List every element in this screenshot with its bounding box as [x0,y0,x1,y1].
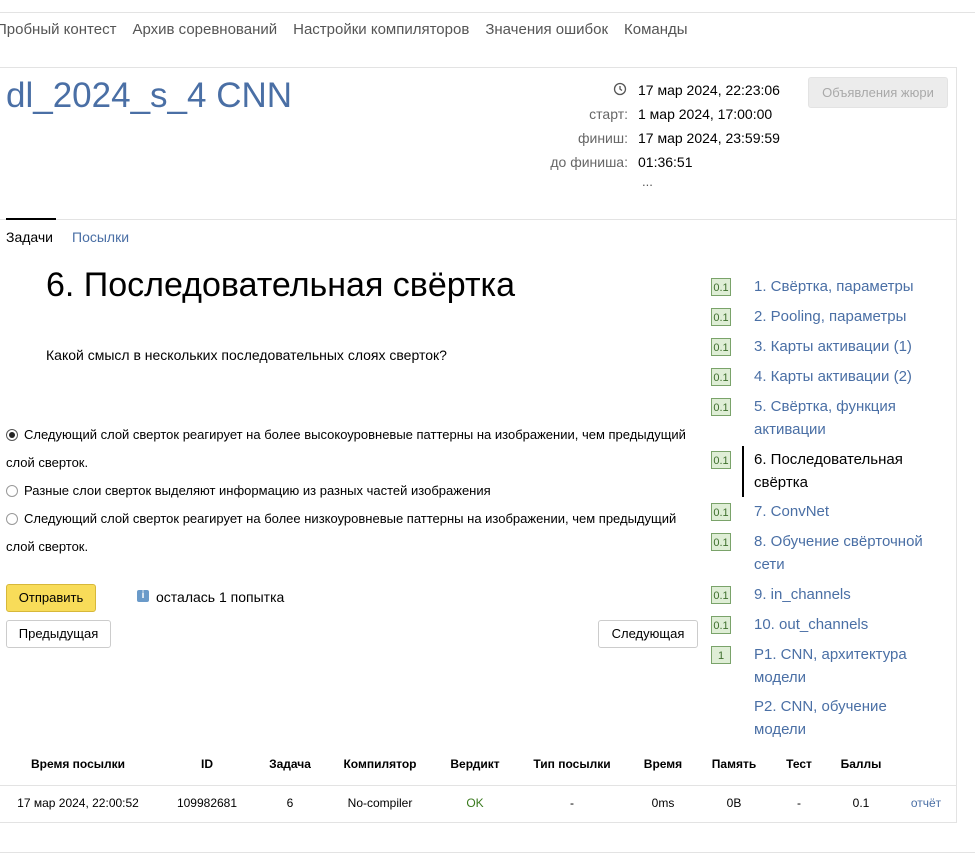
tab-submissions[interactable]: Посылки [72,229,129,245]
nav-archive[interactable]: Архив соревнований [132,21,277,38]
sidebar-problem-9[interactable]: 9. in_channels [754,583,934,606]
score-badge: 0.1 [711,368,731,386]
cell-problem: 6 [286,796,294,810]
score-badge: 0.1 [711,308,731,326]
sidebar-problem-7[interactable]: 7. ConvNet [754,500,934,523]
cell-runtime: 0ms [651,796,675,810]
col-header-memory: Память [711,757,757,771]
answer-option-3[interactable]: Следующий слой сверток реагирует на боле… [6,505,696,561]
col-header-test: Тест [786,757,812,771]
jury-announcements-button[interactable]: Объявления жюри [808,77,948,108]
finish-value: 17 мар 2024, 23:59:59 [638,130,780,146]
col-header-time: Время посылки [30,757,126,771]
col-header-verdict: Вердикт [450,757,500,771]
nav-teams[interactable]: Команды [624,21,688,38]
score-badge: 0.1 [711,451,731,469]
tab-problems[interactable]: Задачи [6,229,53,245]
report-link[interactable]: отчёт [900,796,952,810]
sidebar-problem-4[interactable]: 4. Карты активации (2) [754,365,934,388]
cell-time: 17 мар 2024, 22:00:52 [17,796,139,810]
sidebar-problem-3[interactable]: 3. Карты активации (1) [754,335,934,358]
score-badge: 1 [711,646,731,664]
sidebar-problem-8[interactable]: 8. Обучение свёрточной сети [754,530,934,576]
score-badge: 0.1 [711,533,731,551]
attempts-left: осталась 1 попытка [156,589,285,605]
radio-unselected[interactable] [6,513,18,525]
previous-button[interactable]: Предыдущая [6,620,111,648]
nav-error-values[interactable]: Значения ошибок [485,21,608,38]
radio-unselected[interactable] [6,485,18,497]
col-header-runtime: Время [643,757,683,771]
sidebar-problem-p2[interactable]: P2. CNN, обучение модели [754,695,934,741]
start-value: 1 мар 2024, 17:00:00 [638,106,773,122]
sidebar-problem-1[interactable]: 1. Свёртка, параметры [754,275,934,298]
next-button[interactable]: Следующая [598,620,698,648]
cell-verdict: OK [466,796,484,810]
col-header-score: Баллы [840,757,882,771]
sidebar-problem-p1[interactable]: P1. CNN, архитектура модели [754,643,934,689]
sidebar-problem-2[interactable]: 2. Pooling, параметры [754,305,934,328]
answer-option-label: Следующий слой сверток реагирует на боле… [6,427,686,470]
question-text: Какой смысл в нескольких последовательны… [46,347,447,363]
answer-option-label: Разные слои сверток выделяют информацию … [24,483,491,498]
col-header-id: ID [201,757,213,771]
cell-type: - [570,796,574,810]
score-badge: 0.1 [711,338,731,356]
problem-title: 6. Последовательная свёртка [46,266,516,304]
top-nav: Пробный контест Архив соревнований Настр… [0,21,688,38]
sidebar-problem-5[interactable]: 5. Свёртка, функция активации [754,395,934,441]
answer-option-1[interactable]: Следующий слой сверток реагирует на боле… [6,421,696,477]
sidebar-problem-6[interactable]: 6. Последовательная свёртка [754,448,934,494]
nav-trial-contest[interactable]: Пробный контест [0,21,116,38]
time-left-label: до финиша: [550,154,628,170]
time-left-value: 01:36:51 [638,154,693,170]
score-badge: 0.1 [711,503,731,521]
cell-memory: 0B [726,796,742,810]
more-info[interactable]: ... [642,174,653,189]
table-divider [0,785,956,786]
cell-compiler: No-compiler [347,796,413,810]
active-problem-indicator [742,446,744,497]
info-icon: i [137,590,149,602]
active-tab-indicator [6,218,56,220]
start-label: старт: [589,106,628,122]
nav-compiler-settings[interactable]: Настройки компиляторов [293,21,469,38]
cell-id: 109982681 [176,796,238,810]
score-badge: 0.1 [711,616,731,634]
answer-option-2[interactable]: Разные слои сверток выделяют информацию … [6,477,696,505]
current-time: 17 мар 2024, 22:23:06 [638,82,780,98]
cell-test: - [797,796,801,810]
bottom-divider [0,852,975,853]
cell-score: 0.1 [852,796,870,810]
score-badge: 0.1 [711,398,731,416]
radio-selected[interactable] [6,429,18,441]
sidebar-problem-10[interactable]: 10. out_channels [754,613,934,636]
score-badge: 0.1 [711,278,731,296]
contest-title[interactable]: dl_2024_s_4 CNN [6,76,292,116]
submit-button[interactable]: Отправить [6,584,96,612]
col-header-compiler: Компилятор [343,757,417,771]
col-header-type: Тип посылки [533,757,611,771]
answer-option-label: Следующий слой сверток реагирует на боле… [6,511,677,554]
finish-label: финиш: [577,130,628,146]
score-badge: 0.1 [711,586,731,604]
top-divider [0,12,975,13]
tabs-divider [0,219,956,220]
clock-icon [613,82,627,96]
col-header-problem: Задача [269,757,311,771]
